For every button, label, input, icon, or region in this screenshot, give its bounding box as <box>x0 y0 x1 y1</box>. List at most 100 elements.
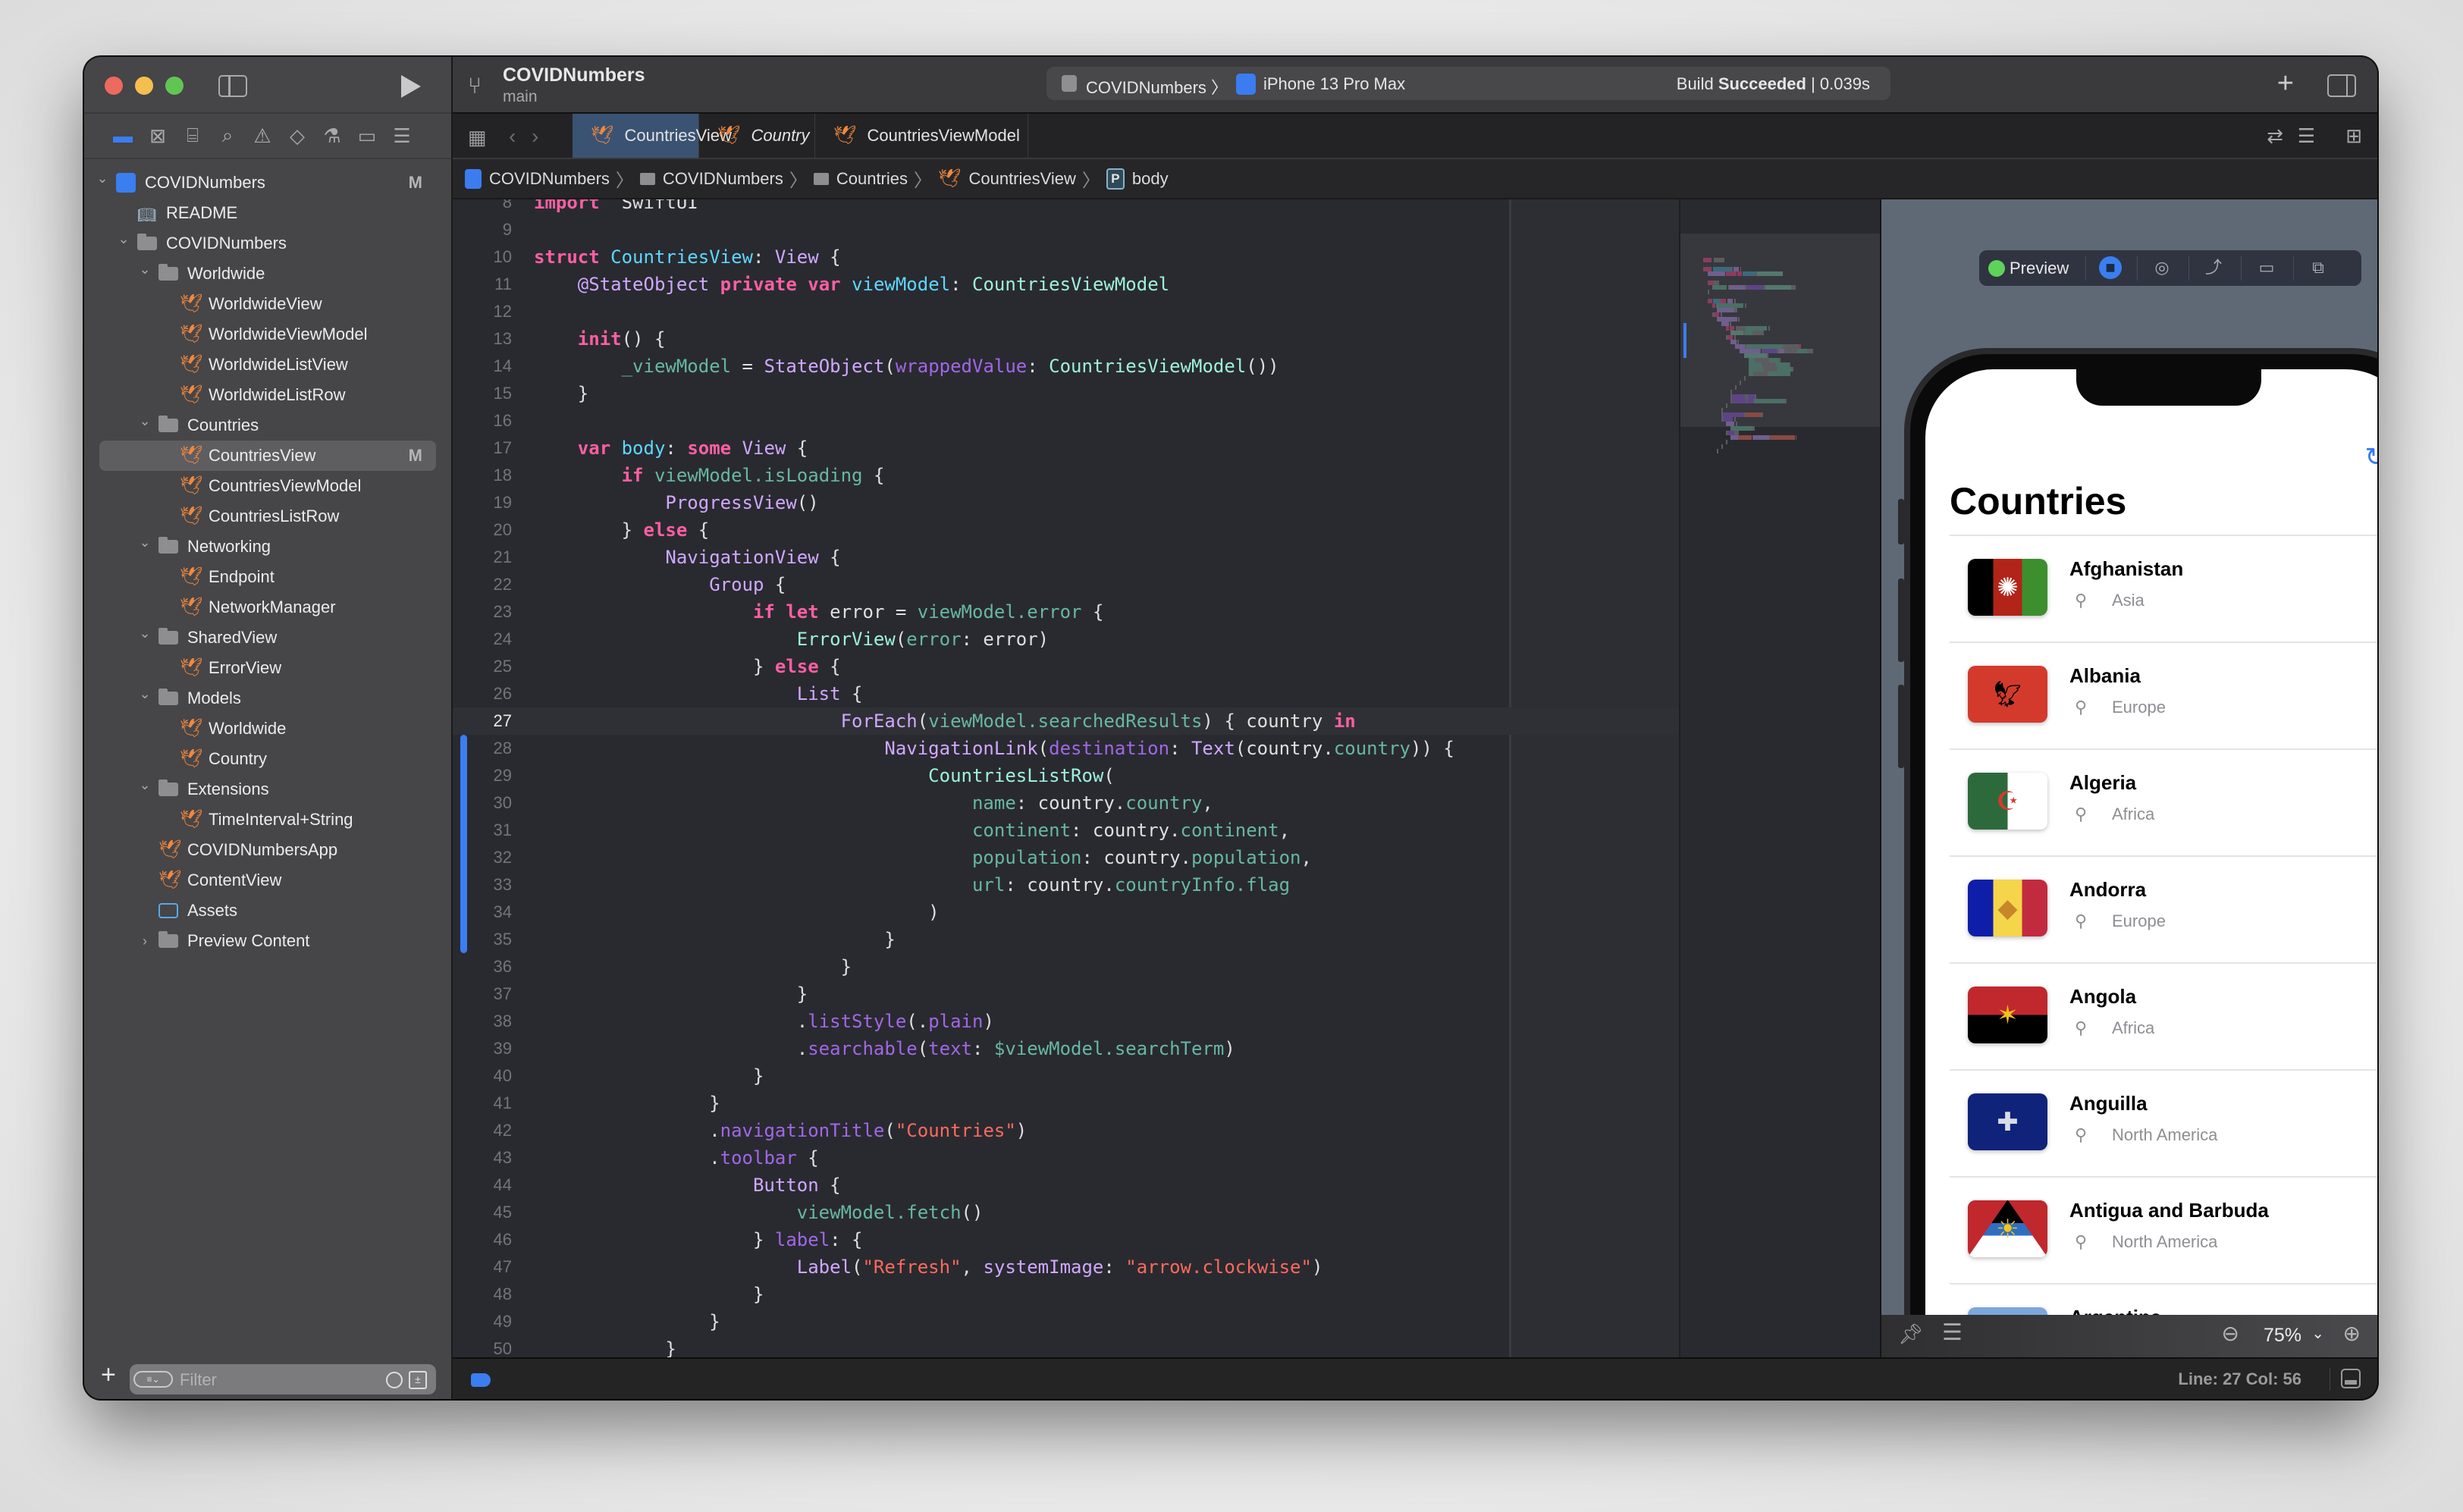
code-line[interactable]: 19 ProgressView() <box>453 489 1679 516</box>
file-tree-item[interactable]: 🕊︎ Endpoint <box>84 562 451 592</box>
file-tree-item[interactable]: ⌄ COVIDNumbers <box>84 228 451 259</box>
filter-input[interactable]: ≡⌄ Filter ± <box>130 1364 436 1394</box>
code-line[interactable]: 10 struct CountriesView: View { <box>453 243 1679 271</box>
minimap[interactable] <box>1679 199 1880 1357</box>
test-icon[interactable]: ◇ <box>286 124 309 147</box>
code-line[interactable]: 38 .listStyle(.plain) <box>453 1008 1679 1035</box>
code-line[interactable]: 17 var body: some View { <box>453 434 1679 462</box>
debug-area-toggle-icon[interactable] <box>2341 1369 2361 1388</box>
code-line[interactable]: 34 ) <box>453 899 1679 926</box>
file-tree-item[interactable]: 🕊︎ Country <box>84 744 451 774</box>
scheme-selector[interactable]: COVIDNumbers 〉 <box>1086 74 1228 99</box>
code-line[interactable]: 37 } <box>453 980 1679 1008</box>
editor-tab[interactable]: 🕊︎ CountriesViewModel <box>815 114 1028 158</box>
source-control-filter-icon[interactable]: ± <box>409 1371 427 1389</box>
refresh-swap-icon[interactable]: ⇄ <box>2267 124 2283 148</box>
rotate-device-icon[interactable]: ⤴ <box>2202 256 2225 279</box>
breadcrumb-item[interactable]: 🕊︎ CountriesView <box>938 169 1076 189</box>
code-line[interactable]: 16 <box>453 407 1679 434</box>
code-line[interactable]: 14 _viewModel = StateObject(wrappedValue… <box>453 353 1679 380</box>
file-tree-item[interactable]: 🕊︎ CountriesListRow <box>84 501 451 532</box>
report-icon[interactable]: ☰ <box>391 124 413 147</box>
file-tree-item[interactable]: 🕊︎ WorldwideViewModel <box>84 319 451 350</box>
file-tree-item[interactable]: ⌄ Networking <box>84 532 451 562</box>
back-chevron-icon[interactable]: ‹ <box>509 124 516 149</box>
inspector-toggle-icon[interactable] <box>2327 74 2356 97</box>
code-line[interactable]: 9 <box>453 216 1679 243</box>
code-line[interactable]: 47 Label("Refresh", systemImage: "arrow.… <box>453 1253 1679 1281</box>
file-tree-item[interactable]: 🕊︎ WorldwideView <box>84 289 451 319</box>
country-list-row[interactable]: 🦅︎Albania⚲Europe› <box>1950 642 2377 748</box>
code-line[interactable]: 22 Group { <box>453 571 1679 598</box>
source-control-icon[interactable]: ⊠ <box>146 124 169 147</box>
file-tree-item[interactable]: 🕊︎ ErrorView <box>84 653 451 683</box>
file-tree-item[interactable]: 🕊︎ Worldwide <box>84 714 451 744</box>
editor-tab[interactable]: 🕊︎ Country <box>699 114 815 158</box>
minimize-window-button[interactable] <box>135 77 153 95</box>
code-line[interactable]: 41 } <box>453 1090 1679 1117</box>
disclosure-expanded-icon[interactable]: ⌄ <box>116 231 131 247</box>
zoom-out-icon[interactable]: ⊖ <box>2222 1321 2239 1346</box>
zoom-in-icon[interactable]: ⊕ <box>2343 1321 2361 1346</box>
disclosure-expanded-icon[interactable]: ⌄ <box>137 535 152 551</box>
recent-files-clock-icon[interactable] <box>386 1372 403 1388</box>
file-tree-item[interactable]: ⌄ Models <box>84 683 451 714</box>
search-icon[interactable]: ⌕ <box>216 124 239 147</box>
selectable-mode-icon[interactable]: ◎ <box>2151 256 2173 279</box>
zoom-dropdown-chevron-icon[interactable]: ⌄ <box>2311 1324 2324 1343</box>
debug-area-breakpoint-icon[interactable] <box>471 1373 491 1387</box>
code-editor[interactable]: 8 import SwiftUI 9 10 struct CountriesView: … <box>453 199 1679 1357</box>
code-line[interactable]: 11 @StateObject private var viewModel: C… <box>453 271 1679 298</box>
filter-options-icon[interactable]: ≡⌄ <box>133 1371 173 1388</box>
code-line[interactable]: 48 } <box>453 1281 1679 1308</box>
file-tree-item[interactable]: 🕊︎ COVIDNumbersApp <box>84 835 451 865</box>
add-file-plus-icon[interactable]: + <box>101 1360 116 1390</box>
code-line[interactable]: 39 .searchable(text: $viewModel.searchTe… <box>453 1035 1679 1062</box>
editor-options-icon[interactable]: ☰ <box>2298 124 2315 148</box>
run-play-icon[interactable] <box>401 75 421 98</box>
code-line[interactable]: 42 .navigationTitle("Countries") <box>453 1117 1679 1144</box>
code-line[interactable]: 35 } <box>453 926 1679 953</box>
refresh-arrow-clockwise-icon[interactable]: ↻ <box>2365 442 2378 472</box>
issue-icon[interactable]: ⚠ <box>251 124 274 147</box>
code-line[interactable]: 32 population: country.population, <box>453 844 1679 871</box>
country-list-row[interactable]: ✚Anguilla⚲North America› <box>1950 1069 2377 1176</box>
disclosure-expanded-icon[interactable]: ⌄ <box>137 686 152 702</box>
minimap-visible-region[interactable] <box>1680 234 1880 427</box>
code-line[interactable]: 28 NavigationLink(destination: Text(coun… <box>453 735 1679 762</box>
code-line[interactable]: 29 CountriesListRow( <box>453 762 1679 789</box>
breadcrumb-item[interactable]: COVIDNumbers <box>639 169 783 189</box>
code-line[interactable]: 40 } <box>453 1062 1679 1090</box>
country-list-row[interactable]: ☀Antigua and Barbuda⚲North America› <box>1950 1176 2377 1283</box>
file-tree-item[interactable]: 🕊︎ CountriesViewModel <box>84 471 451 501</box>
code-line[interactable]: 44 Button { <box>453 1172 1679 1199</box>
code-line[interactable]: 15 } <box>453 380 1679 407</box>
zoom-level[interactable]: 75% <box>2264 1325 2301 1347</box>
code-line[interactable]: 20 } else { <box>453 516 1679 544</box>
disclosure-collapsed-icon[interactable]: › <box>137 933 152 949</box>
device-settings-icon[interactable]: ▭ <box>2255 256 2278 279</box>
disclosure-expanded-icon[interactable]: ⌄ <box>137 777 152 793</box>
duplicate-preview-icon[interactable]: ⧉ <box>2307 256 2330 279</box>
pin-preview-icon[interactable]: 📌︎ <box>1898 1322 1923 1346</box>
code-line[interactable]: 8 import SwiftUI <box>453 199 1679 216</box>
code-line[interactable]: 21 NavigationView { <box>453 544 1679 571</box>
variants-sliders-icon[interactable]: ☰ <box>1942 1319 1963 1346</box>
breadcrumb-item[interactable]: Countries <box>813 169 908 189</box>
file-tree-item[interactable]: 📖︎ README <box>84 198 451 228</box>
breakpoint-icon[interactable]: ▭ <box>356 124 378 147</box>
file-tree-item[interactable]: 🕊︎ TimeInterval+String <box>84 805 451 835</box>
file-tree-item[interactable]: ⌄ Worldwide <box>84 259 451 289</box>
editor-tab[interactable]: 🕊︎ CountriesView <box>573 114 732 158</box>
breadcrumb-item[interactable]: COVIDNumbers <box>465 168 610 189</box>
code-line[interactable]: 45 viewModel.fetch() <box>453 1199 1679 1226</box>
code-line[interactable]: 49 } <box>453 1308 1679 1335</box>
country-list-row[interactable]: ◆Andorra⚲Europe› <box>1950 855 2377 962</box>
file-tree-item[interactable]: 🕊︎ WorldwideListView <box>84 350 451 380</box>
code-line[interactable]: 25 } else { <box>453 653 1679 680</box>
run-destination-selector[interactable]: iPhone 13 Pro Max <box>1263 74 1405 94</box>
file-tree-item[interactable]: 🕊︎ CountriesView M <box>99 441 436 471</box>
code-line[interactable]: 26 List { <box>453 680 1679 707</box>
file-tree-item[interactable]: ⌄ Extensions <box>84 774 451 805</box>
country-list-row[interactable]: ☪Algeria⚲Africa› <box>1950 748 2377 855</box>
